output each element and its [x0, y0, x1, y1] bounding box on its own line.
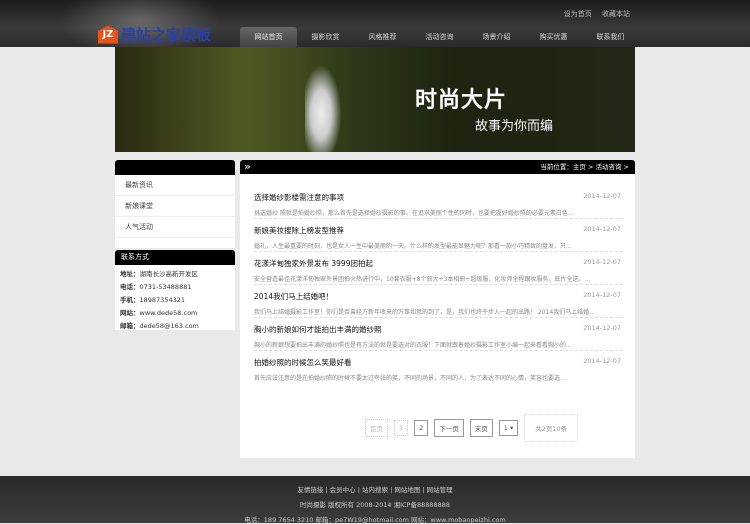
footer-link-sitemap[interactable]: 网站地图: [394, 486, 420, 494]
nav-scenes[interactable]: 场景介绍: [468, 27, 525, 47]
sidebar-item-events[interactable]: 人气活动: [115, 217, 235, 238]
nav-gallery[interactable]: 摄影欣赏: [297, 27, 354, 47]
contact-mobile: 手机：18987354321: [120, 296, 185, 304]
article-date: 2014-12-07: [583, 258, 621, 266]
article-title[interactable]: 胸小的新娘如何才能拍出丰满的婚纱照: [254, 324, 623, 335]
article-desc: 安全营造最佳花漾洋甸独家外景团拍火热进行中，10套衣服+8个放大+3本相册+超级…: [254, 276, 591, 283]
next-page-button[interactable]: 下一页: [434, 419, 464, 437]
article-desc: 我们马上结婚摄影工作室！你们是否曾经方新年收来的万事如意的到了，是，我们也终于步…: [254, 309, 595, 316]
list-item: 花漾洋甸独家外景发布 3999团拍起 2014-12-07 安全营造最佳花漾洋甸独家…: [254, 252, 623, 285]
panel-header: » 当前位置：主页 > 活动咨询 >: [240, 160, 635, 174]
footer-link-friends[interactable]: 友情链接: [297, 486, 323, 494]
nav-offers[interactable]: 购买优惠: [525, 27, 582, 47]
nav-home[interactable]: 网站首页: [240, 27, 297, 47]
article-date: 2014-12-07: [583, 291, 621, 299]
bookmark-link[interactable]: 收藏本站: [602, 10, 630, 18]
article-title[interactable]: 花漾洋甸独家外景发布 3999团拍起: [254, 258, 623, 269]
first-page-button[interactable]: 首页: [365, 419, 388, 437]
article-desc: 婚礼，人生最重要的时刻，也是女人一生中最美丽的一天。什么样的发型最能显魅力呢？那…: [254, 243, 572, 250]
article-title[interactable]: 选择婚纱影楼需注意的事项: [254, 192, 623, 203]
header: JZ 建站之家模板 设为首页 收藏本站 网站首页 摄影欣赏 风格推荐 活动咨询 …: [0, 0, 750, 60]
main-nav: 网站首页 摄影欣赏 风格推荐 活动咨询 场景介绍 购买优惠 联系我们: [240, 27, 639, 47]
set-homepage-link[interactable]: 设为首页: [564, 10, 592, 18]
banner-photo-couple: [305, 57, 345, 152]
page-2-button[interactable]: 2: [414, 420, 429, 436]
double-chevron-icon: »: [244, 160, 251, 173]
category-menu-header: [115, 160, 235, 175]
nav-contact[interactable]: 联系我们: [582, 27, 639, 47]
contact-phone: 电话：0731-53488881: [120, 283, 192, 291]
article-date: 2014-12-07: [583, 192, 621, 200]
logo[interactable]: JZ 建站之家模板: [98, 24, 211, 45]
category-menu: 最新资讯 新娘课堂 人气活动: [115, 160, 235, 248]
breadcrumb-tail: >: [621, 163, 629, 171]
contact-website: 网站：www.dede58.com: [120, 309, 198, 317]
article-desc: 胸小的新娘想要拍出丰满的婚纱照也是有方法的就是要选对的衣服！下面就跟着婚纱摄影工…: [254, 342, 572, 349]
sidebar-item-bride-class[interactable]: 新娘课堂: [115, 196, 235, 217]
breadcrumb-home[interactable]: 主页: [573, 163, 586, 171]
top-links: 设为首页 收藏本站: [556, 9, 630, 19]
footer: 友情链接 | 会员中心 | 站内搜索 | 网站地图 | 网站管理 时尚摄影 版权…: [0, 476, 750, 524]
footer-link-search[interactable]: 站内搜索: [362, 486, 388, 494]
article-date: 2014-12-07: [583, 225, 621, 233]
page-select[interactable]: 1 ▾: [498, 420, 519, 436]
article-desc: 挑选婚纱 照就是拍婚纱照，那么首先是选择婚纱摄影的事。在追求美丽个性的同时，也要…: [254, 210, 574, 217]
footer-link-admin[interactable]: 网站管理: [427, 486, 453, 494]
article-title[interactable]: 拍婚纱照的时候怎么笑最好看: [254, 357, 623, 368]
page-total: 共2页10条: [524, 414, 579, 442]
sidebar-item-news[interactable]: 最新资讯: [115, 175, 235, 196]
contact-email: 邮箱：dede58@163.com: [120, 322, 199, 330]
contact-box: 联系方式 地址：湖南长沙高新开发区 电话：0731-53488881 手机：18…: [115, 250, 235, 330]
contact-address: 地址：湖南长沙高新开发区: [120, 270, 198, 278]
list-item: 胸小的新娘如何才能拍出丰满的婚纱照 2014-12-07 胸小的新娘想要拍出丰满的婚…: [254, 318, 623, 351]
page-1-button[interactable]: 1: [394, 420, 409, 436]
contact-title: 联系方式: [115, 250, 235, 265]
breadcrumb-current[interactable]: 活动咨询: [595, 163, 621, 171]
list-item: 选择婚纱影楼需注意的事项 2014-12-07 挑选婚纱 照就是拍婚纱照，那么首先是…: [254, 186, 623, 219]
article-desc: 首先应该注意的是在拍婚纱照的时候不要太过夸张的笑，不同的场景，不同的人，为了表达…: [254, 375, 566, 382]
banner-subtitle: 故事为你而编: [475, 119, 554, 134]
nav-styles[interactable]: 风格推荐: [354, 27, 411, 47]
footer-link-member[interactable]: 会员中心: [330, 486, 356, 494]
logo-text: 建站之家模板: [121, 26, 212, 44]
banner: 时尚大片 故事为你而编: [115, 47, 635, 152]
last-page-button[interactable]: 末页: [469, 419, 493, 437]
footer-links: 友情链接 | 会员中心 | 站内搜索 | 网站地图 | 网站管理: [0, 484, 750, 494]
nav-events[interactable]: 活动咨询: [411, 27, 468, 47]
article-title[interactable]: 2014我们马上结婚吧！: [254, 291, 623, 302]
footer-copyright: 时尚摄影 版权所有 2008-2014 湘ICP备88888888: [299, 501, 451, 509]
article-list-panel: » 当前位置：主页 > 活动咨询 > 选择婚纱影楼需注意的事项 2014-12-0…: [240, 160, 635, 458]
breadcrumb: 当前位置：主页 > 活动咨询 >: [540, 160, 629, 174]
banner-title: 时尚大片: [415, 88, 508, 113]
breadcrumb-label: 当前位置：: [540, 163, 573, 171]
list-item: 新娘美妆搜除上榜发型推荐 2014-12-07 婚礼，人生最重要的时刻，也是女人一生…: [254, 219, 623, 252]
pagination: 首页 1 2 下一页 末页 1 ▾ 共2页10条: [365, 414, 579, 442]
article-date: 2014-12-07: [583, 357, 621, 365]
list-item: 拍婚纱照的时候怎么笑最好看 2014-12-07 首先应该注意的是在拍婚纱照的时候不…: [254, 351, 623, 384]
logo-mark: JZ: [98, 25, 118, 44]
article-title[interactable]: 新娘美妆搜除上榜发型推荐: [254, 225, 623, 236]
article-date: 2014-12-07: [583, 324, 621, 332]
list-item: 2014我们马上结婚吧！ 2014-12-07 我们马上结婚摄影工作室！你们是否曾经…: [254, 285, 623, 318]
